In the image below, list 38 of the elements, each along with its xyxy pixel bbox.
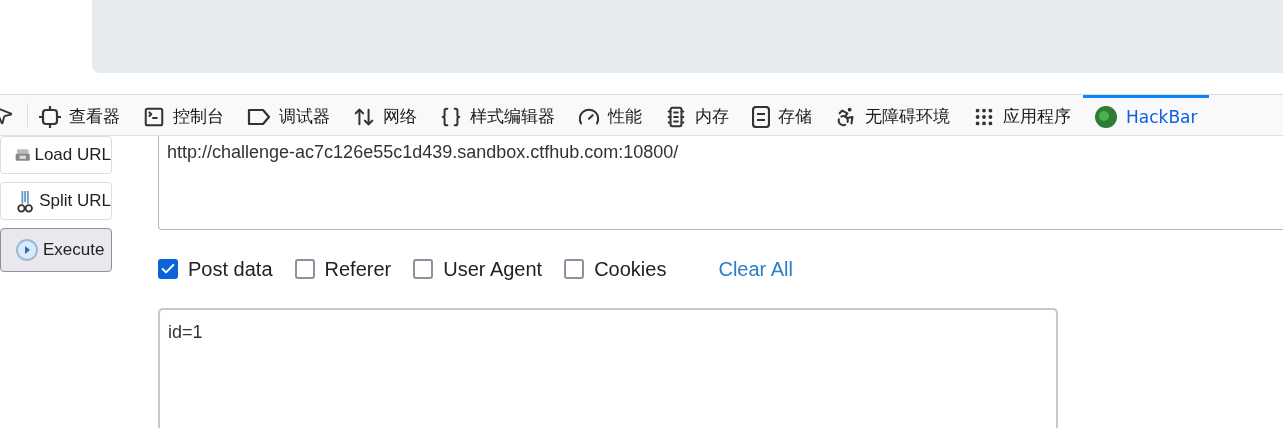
devtools-tab[interactable]: 存储 xyxy=(741,95,824,135)
devtools-tab[interactable]: 内存 xyxy=(654,95,741,135)
tag-icon xyxy=(247,107,271,126)
checkbox-label: Cookies xyxy=(594,257,667,281)
devtools-tab[interactable]: HackBar xyxy=(1083,95,1210,135)
devtools-tab[interactable]: 应用程序 xyxy=(962,95,1083,135)
devtools-tab[interactable]: 调试器 xyxy=(236,95,342,135)
checkbox[interactable] xyxy=(564,259,585,279)
terminal-icon xyxy=(143,105,165,128)
side-button[interactable]: Execute xyxy=(0,228,112,272)
scissors-icon xyxy=(15,188,36,214)
option-checkbox[interactable]: User Agent xyxy=(413,257,543,281)
checkbox[interactable] xyxy=(413,259,434,279)
side-button[interactable]: Split URL xyxy=(0,182,112,220)
hackbar-icon xyxy=(1094,104,1118,129)
checkbox-label: Post data xyxy=(188,257,273,281)
devtools-tab[interactable]: 性能 xyxy=(567,95,654,135)
option-checkbox[interactable]: Referer xyxy=(294,257,392,281)
play-icon xyxy=(15,238,39,262)
devtools-tab[interactable]: 查看器 xyxy=(28,95,132,135)
devtools-tab[interactable]: 网络 xyxy=(342,95,429,135)
inspector-icon xyxy=(39,105,61,128)
braces-icon xyxy=(440,105,462,128)
post-data-field[interactable]: id=1 xyxy=(158,308,1058,428)
checkbox[interactable] xyxy=(294,259,315,279)
devtools-tab[interactable]: 无障碍环境 xyxy=(824,95,962,135)
checkbox-label: Referer xyxy=(324,257,392,281)
option-checkbox[interactable]: Cookies xyxy=(564,257,667,281)
side-button[interactable]: Load URL xyxy=(0,136,112,174)
url-field[interactable]: http://challenge-ac7c126e55c1d439.sandbox.ctfhub.com:10800/ xyxy=(158,136,1283,230)
storage-icon xyxy=(752,105,770,128)
checkbox-label: User Agent xyxy=(443,257,543,281)
chip-icon xyxy=(665,105,687,128)
clear-all-link[interactable]: Clear All xyxy=(718,257,793,281)
devtools-tab[interactable]: 样式编辑器 xyxy=(429,95,567,135)
devtools-tab[interactable]: 控制台 xyxy=(132,95,236,135)
checkbox[interactable] xyxy=(158,259,178,279)
option-checkbox[interactable]: Post data xyxy=(158,257,273,281)
